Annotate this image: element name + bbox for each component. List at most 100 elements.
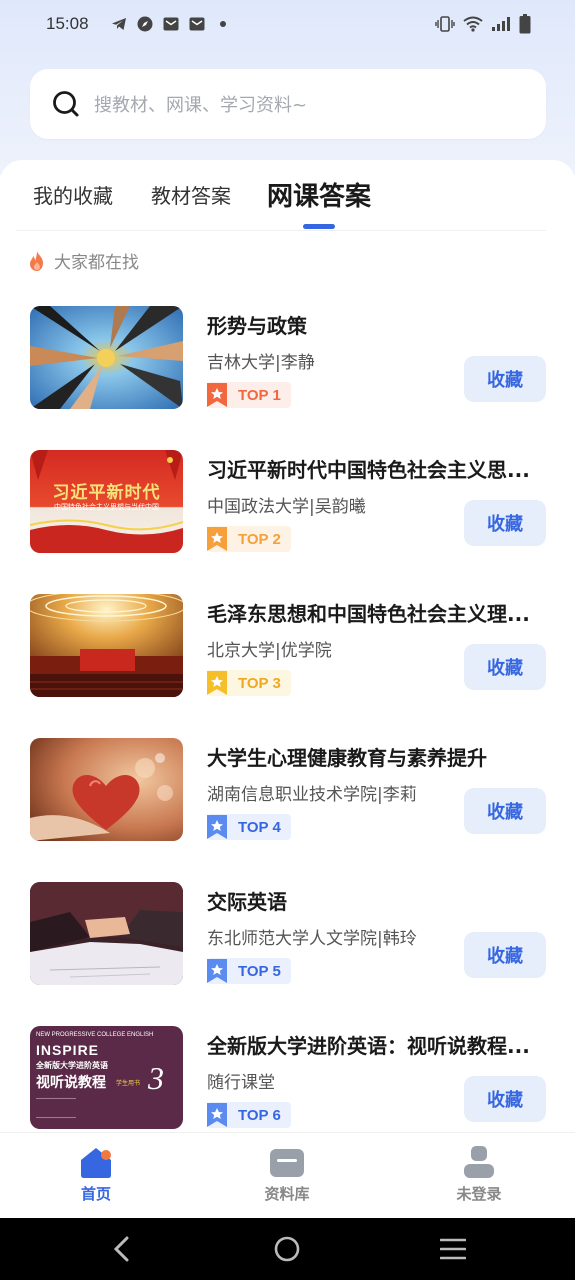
rank-badge: TOP 6	[207, 1102, 291, 1128]
hands-together-image	[30, 306, 183, 409]
favorite-button[interactable]: 收藏	[464, 788, 546, 834]
list-item[interactable]: 形势与政策 吉林大学|李静 TOP 1 收藏	[30, 306, 546, 410]
rank-badge: TOP 2	[207, 526, 291, 552]
star-ribbon-icon	[207, 383, 227, 407]
search-icon	[53, 91, 79, 117]
thumb-author-lines	[36, 1098, 76, 1118]
favorite-button[interactable]: 收藏	[464, 932, 546, 978]
rank-label: TOP 1	[238, 386, 281, 404]
course-title: 毛泽东思想和中国特色社会主义理...	[207, 602, 530, 626]
nav-profile-label: 未登录	[456, 1185, 502, 1203]
battery-icon	[519, 14, 531, 34]
list-item[interactable]: 习近平新时代 中国特色社会主义思想与当代中国 习近平新时代中国特色社会主义思..…	[30, 450, 546, 554]
course-subtitle: 北京大学|优学院	[207, 641, 332, 661]
nav-home-label: 首页	[80, 1185, 111, 1203]
compass-icon	[137, 16, 153, 32]
favorite-button[interactable]: 收藏	[464, 356, 546, 402]
favorite-button[interactable]: 收藏	[464, 500, 546, 546]
main-card: 我的收藏 教材答案 网课答案 大家都在找 形势与政策 吉林大学|李静 TOP 1…	[0, 160, 575, 1140]
dot-icon	[219, 21, 226, 27]
system-nav-bar	[0, 1218, 575, 1280]
course-thumbnail	[30, 738, 183, 841]
back-icon[interactable]	[112, 1236, 132, 1262]
fire-icon	[30, 250, 43, 271]
list-item[interactable]: 毛泽东思想和中国特色社会主义理... 北京大学|优学院 TOP 3 收藏	[30, 594, 546, 698]
rank-badge: TOP 1	[207, 382, 291, 408]
tab-textbook-answers[interactable]: 教材答案	[151, 180, 231, 209]
thumb-text-brand: INSPIRE	[36, 1042, 100, 1058]
folder-icon	[270, 1149, 304, 1177]
course-subtitle: 随行课堂	[207, 1073, 275, 1093]
rank-label: TOP 5	[238, 962, 281, 980]
tab-bar: 我的收藏 教材答案 网课答案	[0, 160, 575, 232]
status-right	[435, 14, 531, 34]
rank-badge: TOP 5	[207, 958, 291, 984]
rank-label: TOP 6	[238, 1106, 281, 1124]
home-circle-icon[interactable]	[274, 1236, 300, 1262]
course-title: 习近平新时代中国特色社会主义思...	[207, 458, 530, 482]
telegram-icon	[111, 18, 126, 30]
status-bar: 15:08	[0, 0, 575, 48]
heart-image	[30, 738, 183, 841]
active-tab-indicator	[303, 224, 335, 229]
thumb-text-sub: 中国特色社会主义思想与当代中国	[54, 503, 159, 511]
rank-label: TOP 2	[238, 530, 281, 548]
star-ribbon-icon	[207, 671, 227, 695]
star-ribbon-icon	[207, 527, 227, 551]
course-title: 全新版大学进阶英语：视听说教程...	[207, 1034, 530, 1058]
wifi-icon	[463, 16, 483, 32]
section-title: 大家都在找	[54, 253, 139, 273]
tabs-divider	[16, 230, 546, 231]
thumb-text-tag: 学生用书	[116, 1080, 141, 1087]
search-placeholder: 搜教材、网课、学习资料~	[94, 95, 308, 116]
star-ribbon-icon	[207, 959, 227, 983]
tab-online-course-answers[interactable]: 网课答案	[267, 176, 371, 213]
great-hall-image	[30, 594, 183, 697]
nav-profile[interactable]: 未登录	[439, 1145, 519, 1204]
thumb-text-num: 3	[148, 1060, 164, 1096]
handshake-image	[30, 882, 183, 985]
list-item[interactable]: 交际英语 东北师范大学人文学院|韩玲 TOP 5 收藏	[30, 882, 546, 986]
vibrate-icon	[435, 16, 455, 32]
nav-library-label: 资料库	[264, 1185, 310, 1203]
favorite-button[interactable]: 收藏	[464, 1076, 546, 1122]
favorite-button[interactable]: 收藏	[464, 644, 546, 690]
signal-icon	[492, 17, 510, 31]
mail-icon	[163, 17, 179, 31]
nav-library[interactable]: 资料库	[247, 1145, 327, 1204]
nav-home[interactable]: 首页	[56, 1145, 136, 1204]
course-thumbnail: 习近平新时代 中国特色社会主义思想与当代中国	[30, 450, 183, 553]
home-icon	[81, 1148, 111, 1178]
bottom-nav: 首页 资料库 未登录	[0, 1132, 575, 1218]
thumb-text-top: NEW PROGRESSIVE COLLEGE ENGLISH	[36, 1032, 154, 1038]
course-thumbnail	[30, 882, 183, 985]
mail-icon-2	[189, 17, 205, 31]
list-item[interactable]: 大学生心理健康教育与素养提升 湖南信息职业技术学院|李莉 TOP 4 收藏	[30, 738, 546, 842]
status-time: 15:08	[46, 14, 89, 33]
rank-label: TOP 3	[238, 674, 281, 692]
star-ribbon-icon	[207, 815, 227, 839]
rank-badge: TOP 4	[207, 814, 291, 840]
course-subtitle: 湖南信息职业技术学院|李莉	[207, 785, 417, 805]
course-thumbnail	[30, 594, 183, 697]
star-ribbon-icon	[207, 1103, 227, 1127]
course-thumbnail: NEW PROGRESSIVE COLLEGE ENGLISH INSPIRE …	[30, 1026, 183, 1129]
course-subtitle: 吉林大学|李静	[207, 353, 315, 373]
course-subtitle: 东北师范大学人文学院|韩玲	[207, 929, 417, 949]
tab-my-favorites[interactable]: 我的收藏	[33, 180, 113, 209]
status-left: 15:08	[46, 14, 231, 34]
course-title: 大学生心理健康教育与素养提升	[207, 746, 487, 770]
rank-badge: TOP 3	[207, 670, 291, 696]
course-thumbnail	[30, 306, 183, 409]
thumb-text-cn2: 视听说教程	[36, 1075, 106, 1091]
section-header: 大家都在找	[28, 248, 139, 273]
course-title: 形势与政策	[207, 314, 307, 338]
thumb-text-cn1: 全新版大学进阶英语	[36, 1061, 108, 1070]
user-icon	[464, 1146, 494, 1178]
menu-icon[interactable]	[440, 1236, 466, 1262]
list-item[interactable]: NEW PROGRESSIVE COLLEGE ENGLISH INSPIRE …	[30, 1026, 546, 1130]
course-title: 交际英语	[207, 890, 287, 914]
rank-label: TOP 4	[238, 818, 281, 836]
course-subtitle: 中国政法大学|吴韵曦	[207, 497, 366, 517]
search-box[interactable]: 搜教材、网课、学习资料~	[30, 69, 546, 139]
